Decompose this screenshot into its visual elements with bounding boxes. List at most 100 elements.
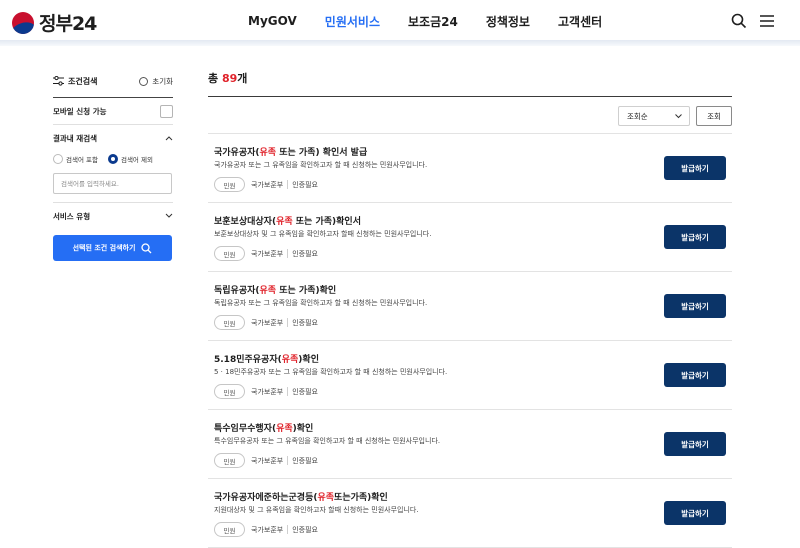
- search-icon: [141, 242, 152, 253]
- result-tags: 민원 국가보훈부 인증필요: [214, 522, 318, 537]
- filter-icon: [53, 76, 64, 86]
- auth-label: 인증필요: [292, 180, 318, 189]
- agency-label: 국가보훈부: [251, 180, 284, 189]
- result-tags: 민원 국가보훈부 인증필요: [214, 384, 318, 399]
- mobile-checkbox[interactable]: [160, 104, 173, 118]
- result-title[interactable]: 독립유공자(유족 또는 가족)확인: [214, 283, 336, 296]
- category-badge: 민원: [214, 315, 245, 330]
- agency-label: 국가보훈부: [251, 249, 284, 258]
- chevron-down-icon: [675, 113, 682, 118]
- result-item: 독립유공자(유족 또는 가족)확인 독립유공자 또는 그 유족임을 확인하고자 …: [208, 272, 732, 341]
- auth-label: 인증필요: [292, 387, 318, 396]
- taeguk-logo-icon: [12, 11, 34, 34]
- radio-include-label: 검색어 포함: [66, 156, 98, 164]
- result-description: 국가유공자 또는 그 유족임을 확인하고자 할 때 신청하는 민원사무입니다.: [214, 161, 428, 169]
- title-highlight: 유족: [276, 217, 293, 227]
- result-title[interactable]: 보훈보상대상자(유족 또는 가족)확인서: [214, 214, 361, 227]
- mobile-label: 모바일 신청 가능: [53, 106, 107, 116]
- result-item: 보훈보상대상자(유족 또는 가족)확인서 보훈보상대상자 및 그 유족임을 확인…: [208, 203, 732, 272]
- result-description: 보훈보상대상자 및 그 유족임을 확인하고자 할때 신청하는 민원사무입니다.: [214, 230, 432, 238]
- issue-button[interactable]: 발급하기: [664, 363, 726, 387]
- nav-subsidy24[interactable]: 보조금24: [408, 13, 458, 30]
- category-badge: 민원: [214, 453, 245, 468]
- result-description: 특수임무유공자 또는 그 유족임을 확인하고자 할 때 신청하는 민원사무입니다…: [214, 437, 441, 445]
- nav-mygov[interactable]: MyGOV: [248, 14, 297, 28]
- result-item: 특수임무수행자(유족)확인 특수임무유공자 또는 그 유족임을 확인하고자 할 …: [208, 410, 732, 479]
- tag-separator: [287, 387, 289, 396]
- title-highlight: 유족: [259, 148, 277, 158]
- refine-label: 결과내 재검색: [53, 133, 98, 143]
- category-badge: 민원: [214, 246, 245, 261]
- chevron-up-icon: [165, 136, 173, 141]
- result-item: 국가유공자에준하는군경등(유족또는가족)확인 지원대상자 및 그 유족임을 확인…: [208, 479, 732, 548]
- service-type-header[interactable]: 서비스 유형: [53, 203, 173, 229]
- agency-label: 국가보훈부: [251, 456, 284, 465]
- category-badge: 민원: [214, 522, 245, 537]
- tag-separator: [287, 318, 289, 327]
- total-prefix: 총: [208, 72, 219, 85]
- nav-civil-service[interactable]: 민원서비스: [325, 13, 380, 30]
- condition-search-button[interactable]: 선택된 조건 검색하기: [53, 235, 172, 261]
- result-title[interactable]: 국가유공자(유족 또는 가족) 확인서 발급: [214, 145, 367, 158]
- category-badge: 민원: [214, 177, 245, 192]
- total-count: 총 89개: [208, 70, 732, 90]
- sort-bar: 조회순 조회: [208, 106, 732, 126]
- title-part: 5.18민주유공자(: [214, 355, 282, 365]
- tag-separator: [287, 525, 289, 534]
- tag-separator: [287, 456, 289, 465]
- title-part: 또는 가족)확인: [276, 286, 337, 296]
- nav-customer-center[interactable]: 고객센터: [558, 13, 602, 30]
- search-icon[interactable]: [731, 13, 747, 29]
- sort-select[interactable]: 조회순: [618, 106, 690, 126]
- result-tags: 민원 국가보훈부 인증필요: [214, 246, 318, 261]
- result-description: 독립유공자 또는 그 유족임을 확인하고자 할 때 신청하는 민원사무입니다.: [214, 299, 428, 307]
- title-highlight: 유족: [259, 286, 277, 296]
- filter-title: 조건검색: [53, 76, 97, 87]
- title-part: 또는 가족)확인서: [292, 217, 361, 227]
- service-type-label: 서비스 유형: [53, 211, 91, 221]
- result-title[interactable]: 국가유공자에준하는군경등(유족또는가족)확인: [214, 490, 388, 503]
- total-divider: [208, 96, 732, 97]
- result-title[interactable]: 특수임무수행자(유족)확인: [214, 421, 313, 434]
- issue-button[interactable]: 발급하기: [664, 156, 726, 180]
- title-part: 특수임무수행자(: [214, 424, 277, 434]
- result-title[interactable]: 5.18민주유공자(유족)확인: [214, 352, 319, 365]
- title-part: 국가유공자(: [214, 148, 260, 158]
- total-suffix: 개: [237, 72, 248, 85]
- logo-text: 정부24: [39, 13, 97, 35]
- issue-button[interactable]: 발급하기: [664, 501, 726, 525]
- auth-label: 인증필요: [292, 249, 318, 258]
- header-divider: [0, 40, 800, 46]
- title-highlight: 유족: [276, 424, 293, 434]
- radio-exclude[interactable]: 검색어 제외: [107, 154, 153, 164]
- results-panel: 총 89개 조회순 조회 국가유공자(유족 또는 가족) 확인서 발급 국가유공…: [208, 70, 732, 548]
- auth-label: 인증필요: [292, 318, 318, 327]
- auth-label: 인증필요: [292, 456, 318, 465]
- reset-button[interactable]: 초기화: [139, 76, 173, 87]
- auth-label: 인증필요: [292, 525, 318, 534]
- mobile-filter-row: 모바일 신청 가능: [53, 98, 173, 124]
- issue-button[interactable]: 발급하기: [664, 294, 726, 318]
- condition-search-label: 선택된 조건 검색하기: [72, 244, 136, 252]
- title-highlight: 유족: [281, 355, 299, 365]
- site-logo[interactable]: 정부24: [12, 9, 97, 36]
- main-nav: MyGOV 민원서비스 보조금24 정책정보 고객센터: [248, 0, 630, 42]
- agency-label: 국가보훈부: [251, 318, 284, 327]
- menu-icon[interactable]: [759, 13, 775, 29]
- tag-separator: [287, 249, 289, 258]
- refine-search-input[interactable]: [53, 173, 172, 194]
- reset-icon: [139, 76, 149, 86]
- refine-radio-group: 검색어 포함 검색어 제외: [53, 151, 173, 167]
- title-part: 국가유공자에준하는군경등(: [214, 493, 318, 503]
- site-header: 정부24 MyGOV 민원서비스 보조금24 정책정보 고객센터: [0, 0, 800, 42]
- filter-title-label: 조건검색: [68, 76, 98, 86]
- result-tags: 민원 국가보훈부 인증필요: [214, 315, 318, 330]
- refine-header[interactable]: 결과내 재검색: [53, 125, 173, 151]
- issue-button[interactable]: 발급하기: [664, 225, 726, 249]
- result-tags: 민원 국가보훈부 인증필요: [214, 453, 318, 468]
- result-item: 국가유공자(유족 또는 가족) 확인서 발급 국가유공자 또는 그 유족임을 확…: [208, 134, 732, 203]
- nav-policy-info[interactable]: 정책정보: [486, 13, 530, 30]
- radio-include[interactable]: 검색어 포함: [53, 154, 98, 164]
- issue-button[interactable]: 발급하기: [664, 432, 726, 456]
- sort-apply-button[interactable]: 조회: [696, 106, 732, 126]
